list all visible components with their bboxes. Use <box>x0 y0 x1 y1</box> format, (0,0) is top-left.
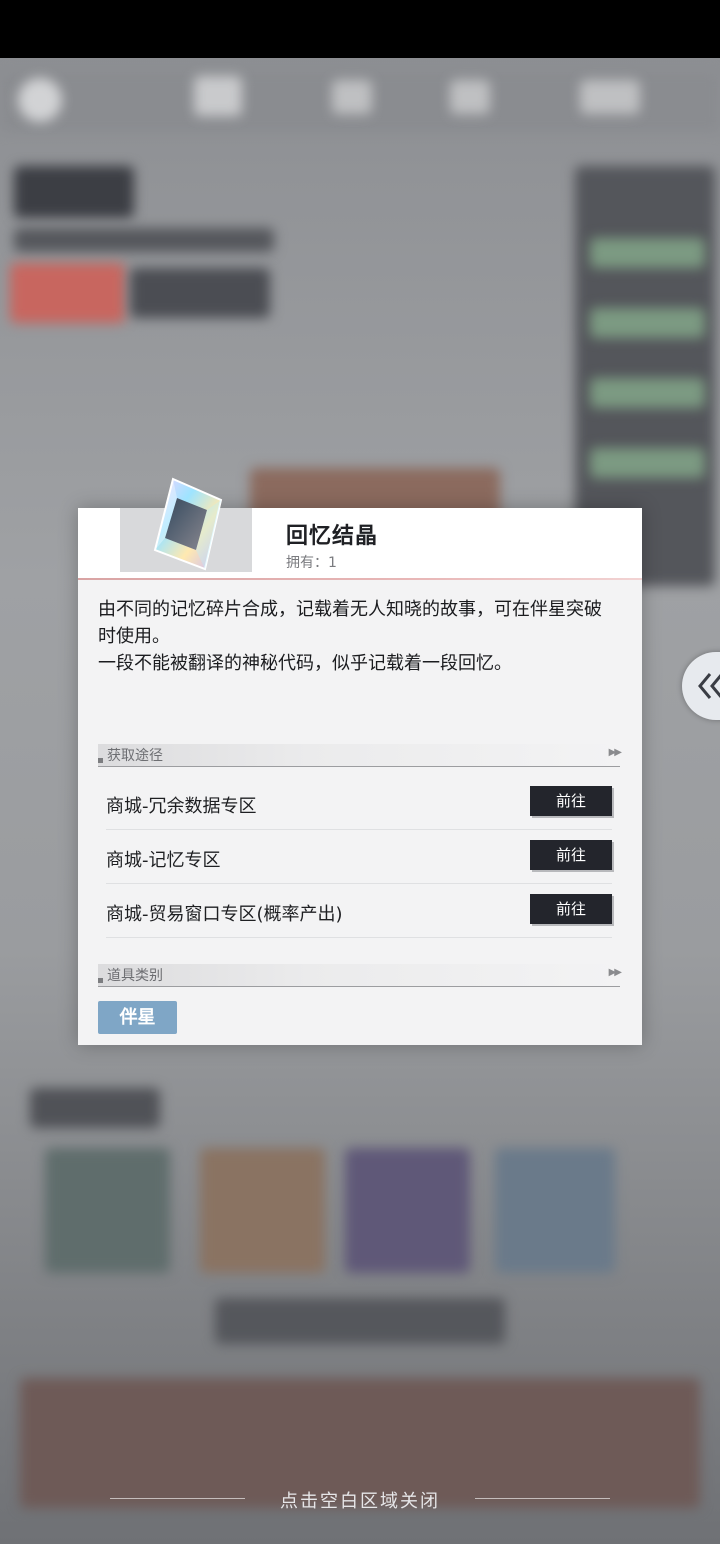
section-label: 道具类别 <box>107 968 163 984</box>
goto-button[interactable]: 前往 <box>530 786 612 816</box>
double-arrow-icon: ▶▶ <box>608 747 622 758</box>
source-label: 商城-冗余数据专区 <box>106 796 257 817</box>
owned-count: 拥有：1 <box>286 555 337 571</box>
item-name: 回忆结晶 <box>286 524 379 549</box>
goto-button[interactable]: 前往 <box>530 894 612 924</box>
source-row: 商城-贸易窗口专区(概率产出) 前往 <box>106 884 612 938</box>
source-label: 商城-贸易窗口专区(概率产出) <box>106 904 343 925</box>
source-label: 商城-记忆专区 <box>106 850 221 871</box>
section-title-category: 道具类别 ▶▶ <box>98 964 622 987</box>
item-description: 由不同的记忆碎片合成，记载着无人知晓的故事，可在伴星突破时使用。 一段不能被翻译… <box>98 596 618 677</box>
header-accent-line <box>78 578 642 580</box>
memory-crystal-icon <box>153 477 223 571</box>
double-chevron-left-icon <box>698 673 720 699</box>
goto-button[interactable]: 前往 <box>530 840 612 870</box>
item-detail-dialog: 回忆结晶 拥有：1 由不同的记忆碎片合成，记载着无人知晓的故事，可在伴星突破时使… <box>78 477 642 1045</box>
section-label: 获取途径 <box>107 748 163 764</box>
source-row: 商城-记忆专区 前往 <box>106 830 612 884</box>
status-bar <box>0 0 720 58</box>
item-description-text: 由不同的记忆碎片合成，记载着无人知晓的故事，可在伴星突破时使用。 一段不能被翻译… <box>98 599 602 674</box>
close-hint-text: 点击空白区域关闭 <box>280 1491 440 1512</box>
close-hint: 点击空白区域关闭 <box>110 1487 610 1512</box>
double-arrow-icon: ▶▶ <box>608 967 622 978</box>
category-chip[interactable]: 伴星 <box>98 1001 177 1034</box>
section-title-sources: 获取途径 ▶▶ <box>98 744 622 767</box>
source-row: 商城-冗余数据专区 前往 <box>106 776 612 830</box>
